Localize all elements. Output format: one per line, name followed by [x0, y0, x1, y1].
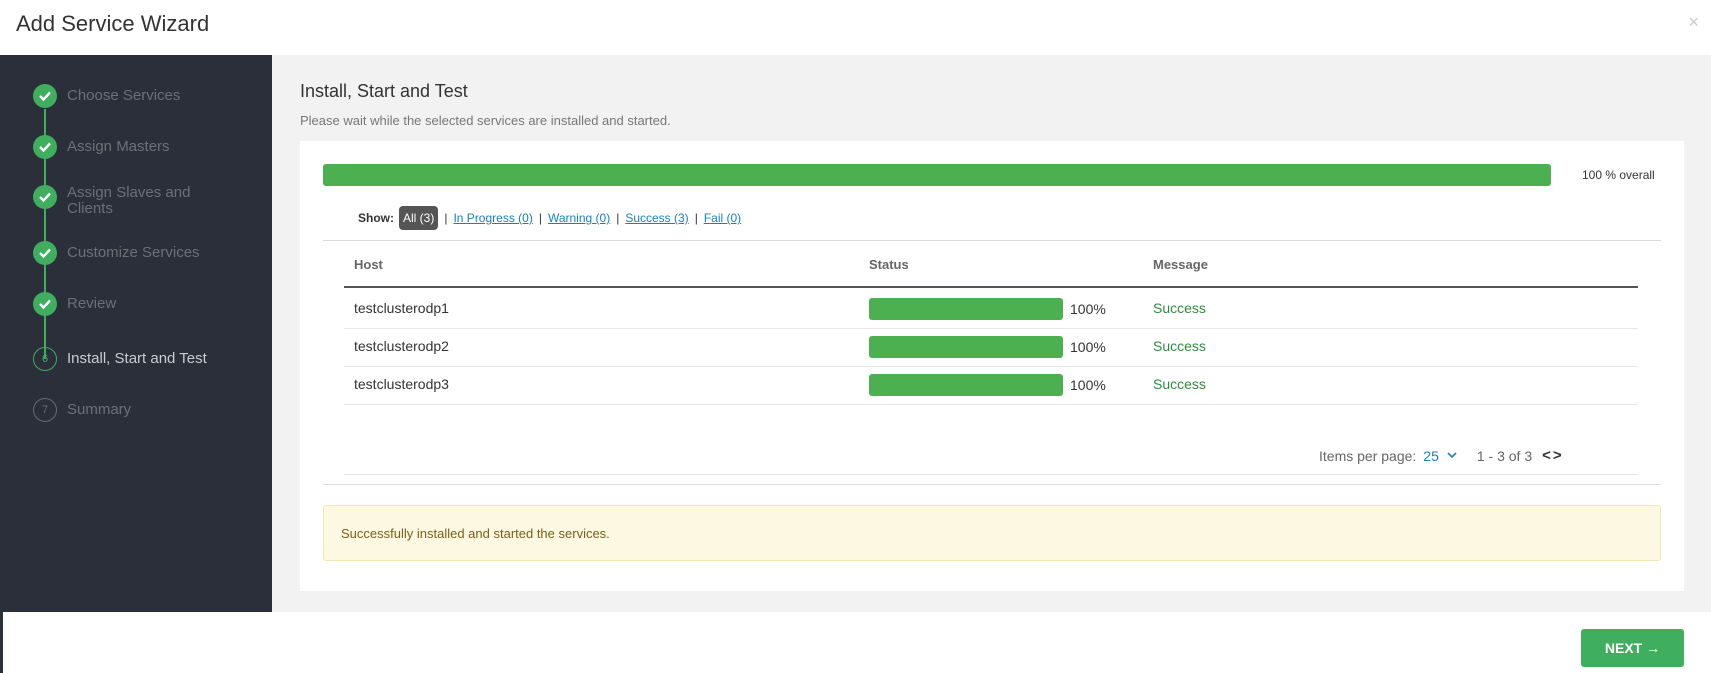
modal-footer — [0, 612, 1711, 673]
overall-progress-label: 100 % overall — [1582, 168, 1655, 182]
table-row[interactable]: testclusterodp1 100% Success — [344, 288, 1638, 329]
wizard-steps-sidebar: Choose Services Assign Masters Assign Sl… — [0, 55, 272, 612]
filter-success[interactable]: Success (3) — [625, 211, 688, 225]
items-per-page-select[interactable]: 25 — [1423, 448, 1439, 464]
pagination: Items per page: 25 1 - 3 of 3 < > — [1319, 447, 1562, 464]
status-filter-bar: Show: All (3) | In Progress (0) | Warnin… — [358, 206, 741, 230]
chevron-down-icon[interactable] — [1447, 450, 1457, 462]
filter-all[interactable]: All (3) — [399, 206, 439, 230]
step-label: Review — [67, 295, 117, 312]
step-label: Choose Services — [67, 87, 181, 104]
modal-title: Add Service Wizard — [16, 11, 210, 36]
host-name[interactable]: testclusterodp3 — [354, 376, 449, 392]
host-progress-percent: 100% — [1070, 377, 1106, 393]
step-assign-masters[interactable]: Assign Masters — [33, 134, 217, 160]
step-assign-slaves-clients[interactable]: Assign Slaves and Clients — [33, 184, 217, 218]
alert-message: Successfully installed and started the s… — [341, 526, 610, 541]
filter-separator: | — [694, 211, 698, 225]
step-number-badge: 7 — [33, 398, 57, 422]
check-icon — [33, 185, 57, 209]
filter-warning[interactable]: Warning (0) — [548, 211, 610, 225]
column-header-status[interactable]: Status — [869, 257, 909, 272]
close-icon[interactable]: × — [1688, 12, 1699, 33]
table-row[interactable]: testclusterodp2 100% Success — [344, 326, 1638, 367]
divider — [344, 474, 1638, 475]
host-name[interactable]: testclusterodp2 — [354, 338, 449, 354]
column-header-host[interactable]: Host — [354, 257, 383, 272]
step-choose-services[interactable]: Choose Services — [33, 83, 217, 109]
host-status-message[interactable]: Success — [1153, 338, 1206, 354]
page-title: Install, Start and Test — [300, 81, 468, 101]
pagination-range: 1 - 3 of 3 — [1476, 447, 1533, 464]
filter-show-label: Show: — [358, 211, 394, 225]
divider — [323, 484, 1661, 485]
previous-page-button[interactable]: < — [1542, 447, 1551, 464]
next-button[interactable]: NEXT → — [1581, 629, 1684, 667]
page-subtitle: Please wait while the selected services … — [300, 113, 671, 128]
check-icon — [33, 292, 57, 316]
overall-progress-bar — [323, 164, 1551, 186]
install-progress-panel: 100 % overall Show: All (3) | In Progres… — [300, 141, 1684, 591]
step-label: Assign Slaves and Clients — [67, 184, 191, 217]
host-status-message[interactable]: Success — [1153, 376, 1206, 392]
filter-fail[interactable]: Fail (0) — [704, 211, 741, 225]
check-icon — [33, 135, 57, 159]
success-alert: Successfully installed and started the s… — [323, 505, 1661, 561]
host-progress-percent: 100% — [1070, 339, 1106, 355]
step-install-start-test[interactable]: 6 Install, Start and Test — [33, 346, 217, 372]
step-label: Customize Services — [67, 244, 200, 261]
main-content: Install, Start and Test Please wait whil… — [272, 55, 1711, 612]
step-label: Install, Start and Test — [67, 350, 207, 367]
step-number-badge: 6 — [33, 347, 57, 371]
items-per-page-label: Items per page: — [1319, 447, 1417, 464]
host-progress-bar — [869, 336, 1063, 358]
host-name[interactable]: testclusterodp1 — [354, 300, 449, 316]
step-label: Assign Masters — [67, 138, 170, 155]
table-row[interactable]: testclusterodp3 100% Success — [344, 364, 1638, 405]
filter-separator: | — [444, 211, 448, 225]
column-header-message[interactable]: Message — [1153, 257, 1208, 272]
check-icon — [33, 84, 57, 108]
step-label: Summary — [67, 401, 132, 418]
step-summary[interactable]: 7 Summary — [33, 397, 217, 423]
host-progress-bar — [869, 374, 1063, 396]
filter-separator: | — [616, 211, 620, 225]
step-customize-services[interactable]: Customize Services — [33, 240, 217, 266]
host-status-message[interactable]: Success — [1153, 300, 1206, 316]
step-review[interactable]: Review — [33, 291, 217, 317]
next-page-button[interactable]: > — [1553, 447, 1562, 464]
check-icon — [33, 241, 57, 265]
divider — [323, 240, 1661, 241]
filter-in-progress[interactable]: In Progress (0) — [453, 211, 532, 225]
filter-separator: | — [538, 211, 542, 225]
host-progress-bar — [869, 298, 1063, 320]
host-progress-percent: 100% — [1070, 301, 1106, 317]
modal-header: Add Service Wizard × — [0, 0, 1711, 55]
